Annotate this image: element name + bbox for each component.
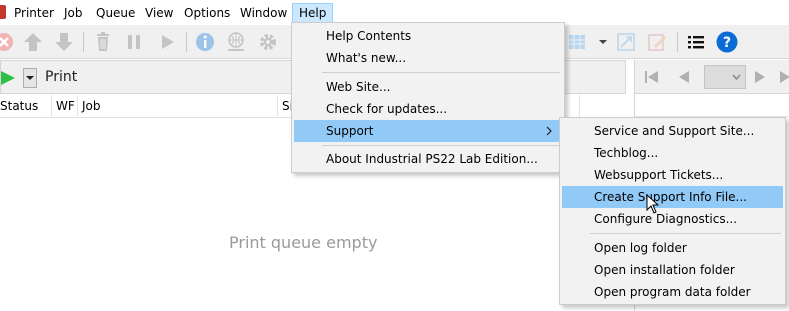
print-label: Print — [45, 69, 78, 85]
check-updates-item[interactable]: Check for updates... — [294, 98, 562, 120]
service-support-site-item[interactable]: Service and Support Site... — [562, 120, 783, 142]
support-submenu: Service and Support Site... Techblog... … — [559, 117, 786, 305]
toolbar-separator — [83, 32, 84, 52]
menu-printer[interactable]: Printer — [8, 3, 60, 23]
mouse-cursor-icon — [646, 193, 660, 217]
network-icon[interactable] — [224, 30, 248, 54]
move-down-icon[interactable] — [52, 30, 76, 54]
create-support-info-file-item[interactable]: Create Support Info File... — [562, 186, 783, 208]
print-dropdown-button[interactable] — [23, 68, 37, 88]
whats-new-item[interactable]: What's new... — [294, 47, 562, 69]
svg-text:?: ? — [723, 35, 731, 51]
first-page-icon[interactable] — [643, 69, 661, 85]
support-item-label: Support — [326, 124, 374, 138]
cancel-icon[interactable] — [0, 30, 16, 54]
menu-job[interactable]: Job — [58, 3, 89, 23]
empty-queue-message: Print queue empty — [229, 233, 378, 252]
preview-navbar — [635, 60, 789, 94]
menu-options[interactable]: Options — [178, 3, 236, 23]
pause-icon[interactable] — [122, 30, 146, 54]
support-item[interactable]: Support — [294, 120, 562, 142]
open-installation-folder-item[interactable]: Open installation folder — [562, 259, 783, 281]
websupport-tickets-item[interactable]: Websupport Tickets... — [562, 164, 783, 186]
grid-view-icon[interactable] — [565, 30, 589, 54]
column-size[interactable]: Size — [278, 95, 292, 118]
settings-icon[interactable] — [256, 30, 280, 54]
start-print-icon[interactable] — [0, 68, 21, 88]
info-icon[interactable] — [193, 30, 217, 54]
toolbar-separator — [677, 32, 678, 52]
menu-window[interactable]: Window — [234, 3, 293, 23]
chevron-down-icon[interactable] — [591, 30, 615, 54]
toolbar-separator — [186, 32, 187, 52]
open-log-folder-item[interactable]: Open log folder — [562, 237, 783, 259]
chevron-right-icon — [546, 126, 552, 136]
web-site-item[interactable]: Web Site... — [294, 76, 562, 98]
resize-icon[interactable] — [614, 30, 638, 54]
edit-icon[interactable] — [645, 30, 669, 54]
about-item[interactable]: About Industrial PS22 Lab Edition... — [294, 148, 562, 170]
next-page-icon[interactable] — [751, 69, 769, 85]
open-program-data-folder-item[interactable]: Open program data folder — [562, 281, 783, 303]
move-up-icon[interactable] — [21, 30, 45, 54]
menu-separator — [322, 145, 560, 146]
configure-diagnostics-item[interactable]: Configure Diagnostics... — [562, 208, 783, 230]
column-status[interactable]: Status — [0, 95, 52, 118]
previous-page-icon[interactable] — [675, 69, 693, 85]
menu-separator — [322, 72, 560, 73]
delete-icon[interactable] — [91, 30, 115, 54]
column-job[interactable]: Job — [78, 95, 278, 118]
menu-view[interactable]: View — [139, 3, 179, 23]
help-contents-item[interactable]: Help Contents — [294, 25, 562, 47]
menu-help[interactable]: Help — [292, 3, 334, 23]
help-menu: Help Contents What's new... Web Site... … — [291, 22, 565, 173]
play-icon[interactable] — [155, 30, 179, 54]
last-page-icon[interactable] — [777, 69, 789, 85]
list-icon[interactable] — [684, 30, 708, 54]
app-icon — [0, 5, 6, 19]
techblog-item[interactable]: Techblog... — [562, 142, 783, 164]
help-icon[interactable]: ? — [715, 30, 739, 54]
menu-separator — [590, 233, 781, 234]
page-select[interactable] — [704, 65, 746, 89]
column-wf[interactable]: WF — [52, 95, 78, 118]
menu-queue[interactable]: Queue — [90, 3, 141, 23]
